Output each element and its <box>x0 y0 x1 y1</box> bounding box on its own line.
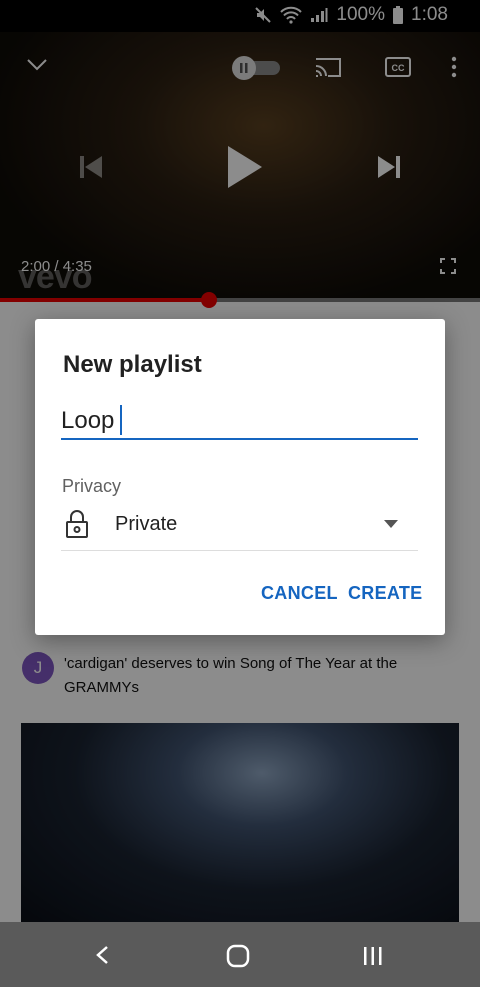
privacy-underline <box>61 550 418 551</box>
create-button[interactable]: CREATE <box>348 583 422 604</box>
privacy-label: Privacy <box>62 476 122 496</box>
back-icon[interactable] <box>94 945 110 965</box>
privacy-dropdown[interactable]: Private <box>61 504 418 550</box>
text-cursor <box>120 405 122 435</box>
playlist-name-input[interactable] <box>61 401 418 441</box>
new-playlist-dialog: New playlist Privacy Private CANCEL CREA… <box>35 319 445 635</box>
cancel-button[interactable]: CANCEL <box>261 583 338 604</box>
system-nav-bar <box>0 922 480 987</box>
dropdown-arrow-icon <box>384 520 398 528</box>
dialog-title: New playlist <box>63 351 202 378</box>
privacy-value: Private <box>115 513 178 535</box>
recents-icon[interactable] <box>362 946 384 966</box>
lock-icon <box>66 510 88 538</box>
input-underline <box>61 438 418 440</box>
home-icon[interactable] <box>226 944 250 968</box>
